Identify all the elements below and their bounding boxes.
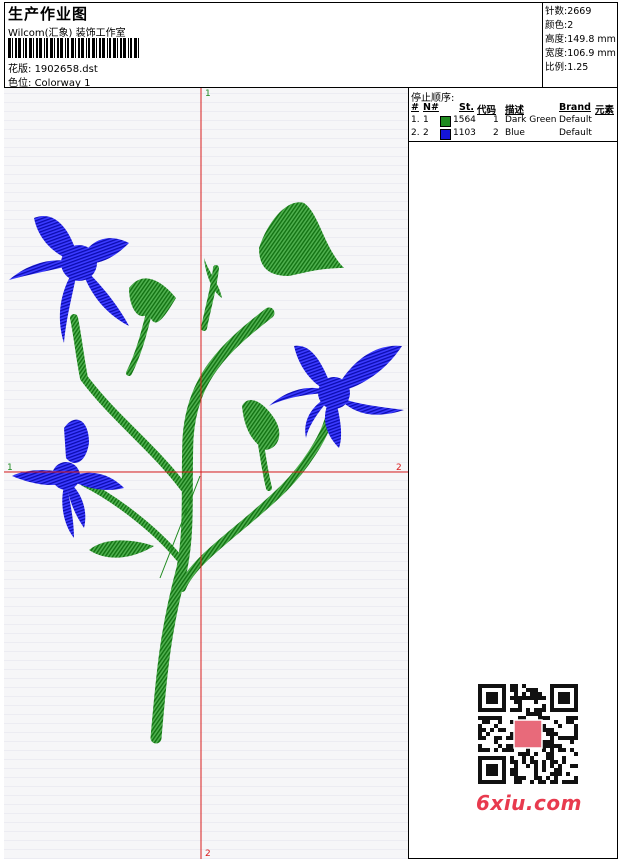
design-file-line: 花版: 1902658.dst (8, 60, 98, 75)
col-description: 描述 (505, 105, 525, 116)
col-code: 代码 (477, 105, 497, 116)
col-needle: N# (423, 102, 439, 113)
qr-code (470, 681, 582, 786)
bud-top-right (259, 202, 344, 276)
colorway-line: 色位: Colorway 1 (8, 74, 90, 89)
stats-box: 针数:2669 颜色:2 高度:149.8 mm 宽度:106.9 mm 比例:… (542, 2, 618, 88)
col-stitches: St. (459, 102, 474, 113)
left-stem (70, 314, 188, 492)
axis-label-bottom: 2 (205, 849, 211, 859)
col-element: 元素 (595, 105, 615, 116)
branch-left-bud (126, 310, 152, 376)
flower-top-left (9, 216, 129, 343)
color-swatch (440, 116, 451, 127)
flower-left (12, 419, 124, 538)
flower-right (269, 345, 404, 448)
stat-colors: 颜色:2 (545, 20, 574, 31)
sheet-title: 生产作业图 (8, 5, 89, 23)
qr-code-image (478, 684, 578, 784)
axis-label-right: 2 (396, 463, 402, 473)
axis-label-left: 1 (7, 463, 13, 473)
col-brand: Brand (559, 102, 591, 113)
col-hash: # (411, 102, 419, 113)
bud-lower-right (242, 399, 280, 450)
company-name: Wilcom(汇象) 装饰工作室 (8, 28, 126, 39)
barcode (8, 38, 139, 58)
watermark-logo: 6xiu.com (476, 791, 582, 815)
sheet-header: 生产作业图 Wilcom(汇象) 装饰工作室 花版: 1902658.dst 色… (4, 2, 618, 89)
stop-sequence-panel: 停止顺序: # N# St. 代码 描述 Brand 元素 1. 1 1564 … (409, 88, 618, 142)
design-canvas[interactable]: 1 2 1 2 (4, 88, 409, 859)
main-stem (150, 307, 275, 744)
green-leaves (89, 202, 344, 558)
leaf-left (89, 540, 154, 558)
stat-stitches: 针数:2669 (545, 6, 592, 17)
color-swatch (440, 129, 451, 140)
stat-scale: 比例:1.25 (545, 62, 589, 73)
lower-stem (178, 414, 333, 592)
embroidery-preview: 1 2 1 2 (4, 88, 408, 859)
bud-left (129, 278, 176, 323)
stat-width: 宽度:106.9 mm (545, 48, 616, 59)
stat-height: 高度:149.8 mm (545, 34, 616, 45)
axis-label-top: 1 (205, 89, 211, 99)
